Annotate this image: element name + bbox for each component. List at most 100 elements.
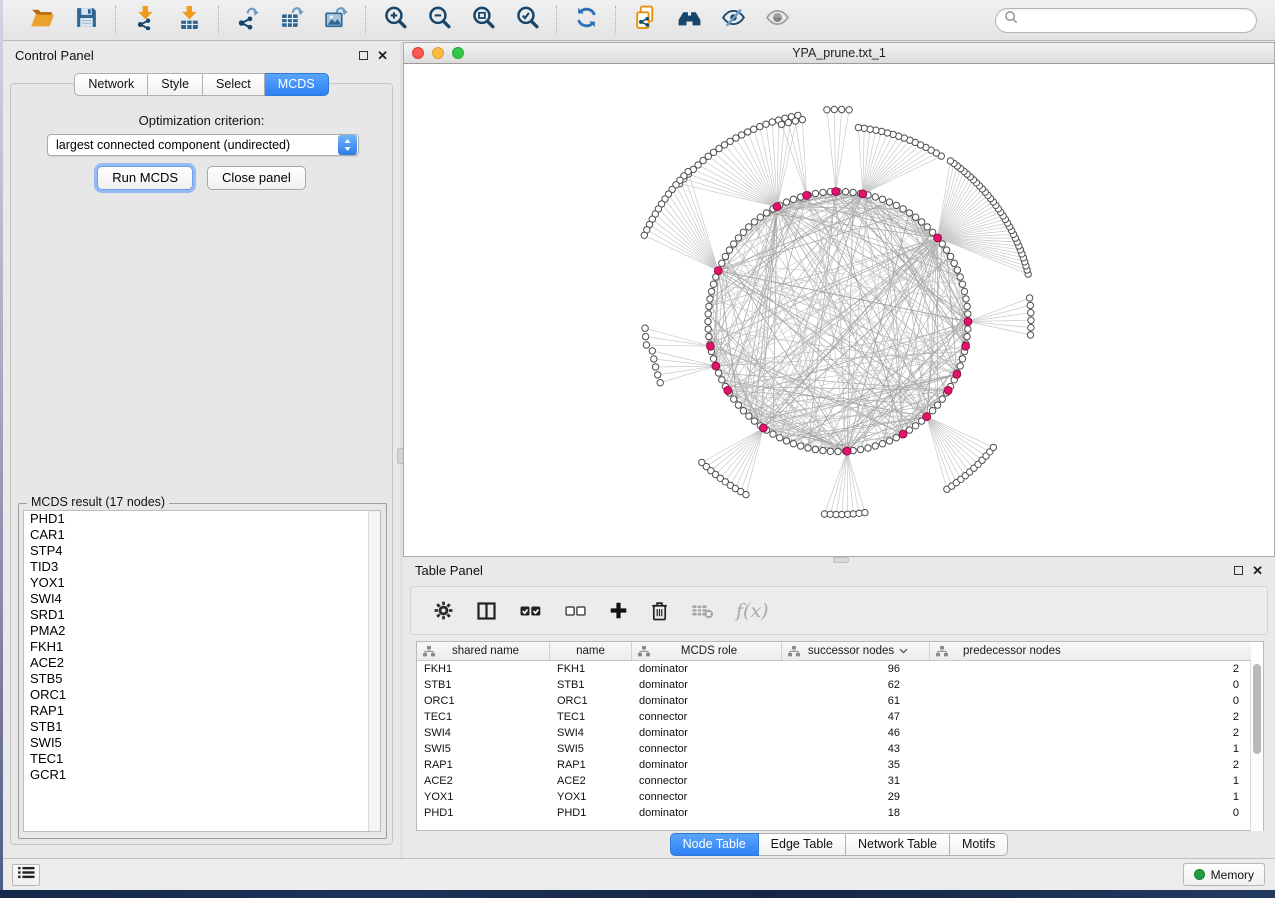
select-all-button[interactable]: [519, 602, 542, 620]
float-panel-icon[interactable]: [359, 51, 368, 60]
task-history-button[interactable]: [12, 864, 40, 886]
tab-network[interactable]: Network: [74, 73, 148, 96]
column-header-name[interactable]: name: [550, 642, 632, 660]
control-panel: Control Panel ✕ NetworkStyleSelectMCDS O…: [3, 42, 400, 858]
zoom-selected-button[interactable]: [512, 5, 542, 35]
add-column-button[interactable]: [609, 601, 628, 620]
zoom-in-button[interactable]: [380, 5, 410, 35]
table-scrollbar[interactable]: [1250, 661, 1263, 831]
search-input[interactable]: [1024, 13, 1248, 27]
mcds-result-item[interactable]: ORC1: [24, 687, 380, 703]
zoom-out-button[interactable]: [424, 5, 454, 35]
toolbar-group: [219, 5, 365, 35]
close-panel-button[interactable]: Close panel: [207, 166, 306, 190]
tab-network-table[interactable]: Network Table: [846, 833, 950, 856]
close-panel-icon[interactable]: ✕: [377, 51, 388, 60]
column-header-shared-name[interactable]: shared name: [417, 642, 550, 660]
mcds-result-item[interactable]: FKH1: [24, 639, 380, 655]
run-mcds-button[interactable]: Run MCDS: [97, 166, 193, 190]
table-row[interactable]: SWI5SWI5connector431: [417, 741, 1251, 757]
close-table-panel-icon[interactable]: ✕: [1252, 566, 1263, 575]
network-canvas[interactable]: [403, 64, 1275, 557]
mcds-result-item[interactable]: CAR1: [24, 527, 380, 543]
export-image-button[interactable]: [321, 5, 351, 35]
table-row[interactable]: TEC1TEC1connector472: [417, 709, 1251, 725]
table-scrollbar-thumb[interactable]: [1253, 664, 1261, 754]
column-header-MCDS-role[interactable]: MCDS role: [632, 642, 782, 660]
export-network-button[interactable]: [233, 5, 263, 35]
mcds-result-item[interactable]: PMA2: [24, 623, 380, 639]
table-row[interactable]: PHD1PHD1dominator180: [417, 805, 1251, 821]
first-neighbors-button[interactable]: [674, 5, 704, 35]
node-table: shared namenameMCDS rolesuccessor nodesp…: [416, 641, 1264, 831]
table-cell: connector: [632, 711, 782, 723]
mcds-result-item[interactable]: YOX1: [24, 575, 380, 591]
mcds-result-item[interactable]: SWI5: [24, 735, 380, 751]
deselect-all-button[interactable]: [564, 602, 587, 620]
table-panel-title: Table Panel: [415, 563, 483, 578]
mcds-result-item[interactable]: GCR1: [24, 767, 380, 783]
mcds-result-item[interactable]: STP4: [24, 543, 380, 559]
import-network-button[interactable]: [130, 5, 160, 35]
table-row[interactable]: ORC1ORC1dominator610: [417, 693, 1251, 709]
tab-select[interactable]: Select: [203, 73, 265, 96]
tab-style[interactable]: Style: [148, 73, 203, 96]
mcds-list-scrollbar[interactable]: [368, 511, 380, 831]
zoom-out-icon: [427, 5, 452, 35]
table-cell: 96: [782, 663, 930, 675]
mcds-result-item[interactable]: RAP1: [24, 703, 380, 719]
export-table-button[interactable]: [277, 5, 307, 35]
export-network-icon: [236, 5, 261, 35]
table-row[interactable]: RAP1RAP1dominator352: [417, 757, 1251, 773]
table-cell: ORC1: [550, 695, 632, 707]
open-file-button[interactable]: [27, 5, 57, 35]
horizontal-splitter-handle[interactable]: [833, 557, 849, 563]
clone-network-button[interactable]: [630, 5, 660, 35]
mcds-result-list[interactable]: PHD1CAR1STP4TID3YOX1SWI4SRD1PMA2FKH1ACE2…: [23, 510, 381, 832]
table-cell: STB1: [550, 679, 632, 691]
search-field[interactable]: [995, 8, 1257, 33]
float-table-panel-icon[interactable]: [1234, 566, 1243, 575]
table-cell: TEC1: [417, 711, 550, 723]
table-cell: dominator: [632, 695, 782, 707]
zoom-fit-button[interactable]: [468, 5, 498, 35]
table-cell: SWI5: [417, 743, 550, 755]
delete-column-button[interactable]: [650, 600, 669, 621]
tab-mcds[interactable]: MCDS: [265, 73, 329, 96]
refresh-view-button[interactable]: [571, 5, 601, 35]
tab-node-table[interactable]: Node Table: [670, 833, 759, 856]
table-settings-button[interactable]: [433, 600, 454, 621]
table-row[interactable]: YOX1YOX1connector291: [417, 789, 1251, 805]
mcds-result-item[interactable]: PHD1: [24, 511, 380, 527]
open-file-icon: [30, 5, 55, 35]
mcds-result-item[interactable]: TID3: [24, 559, 380, 575]
table-cell: 43: [782, 743, 930, 755]
tab-edge-table[interactable]: Edge Table: [759, 833, 846, 856]
import-table-button[interactable]: [174, 5, 204, 35]
table-row[interactable]: STB1STB1dominator620: [417, 677, 1251, 693]
table-row[interactable]: SWI4SWI4dominator462: [417, 725, 1251, 741]
show-all-button: [762, 5, 792, 35]
table-cell: connector: [632, 791, 782, 803]
mcds-result-item[interactable]: TEC1: [24, 751, 380, 767]
split-panel-button[interactable]: [476, 601, 497, 621]
column-header-predecessor-nodes[interactable]: predecessor nodes: [930, 642, 1251, 660]
mcds-result-item[interactable]: SWI4: [24, 591, 380, 607]
column-header-successor-nodes[interactable]: successor nodes: [782, 642, 930, 660]
table-cell: TEC1: [550, 711, 632, 723]
mcds-result-item[interactable]: SRD1: [24, 607, 380, 623]
tab-motifs[interactable]: Motifs: [950, 833, 1008, 856]
table-row[interactable]: ACE2ACE2connector311: [417, 773, 1251, 789]
memory-label: Memory: [1211, 868, 1254, 882]
criterion-dropdown[interactable]: largest connected component (undirected): [47, 134, 359, 156]
mcds-result-item[interactable]: ACE2: [24, 655, 380, 671]
mcds-result-item[interactable]: STB1: [24, 719, 380, 735]
table-cell: ACE2: [550, 775, 632, 787]
save-session-button[interactable]: [71, 5, 101, 35]
mcds-result-item[interactable]: STB5: [24, 671, 380, 687]
table-cell: PHD1: [417, 807, 550, 819]
hide-selected-button[interactable]: [718, 5, 748, 35]
table-cell: 29: [782, 791, 930, 803]
table-row[interactable]: FKH1FKH1dominator962: [417, 661, 1251, 677]
memory-button[interactable]: Memory: [1183, 863, 1265, 886]
